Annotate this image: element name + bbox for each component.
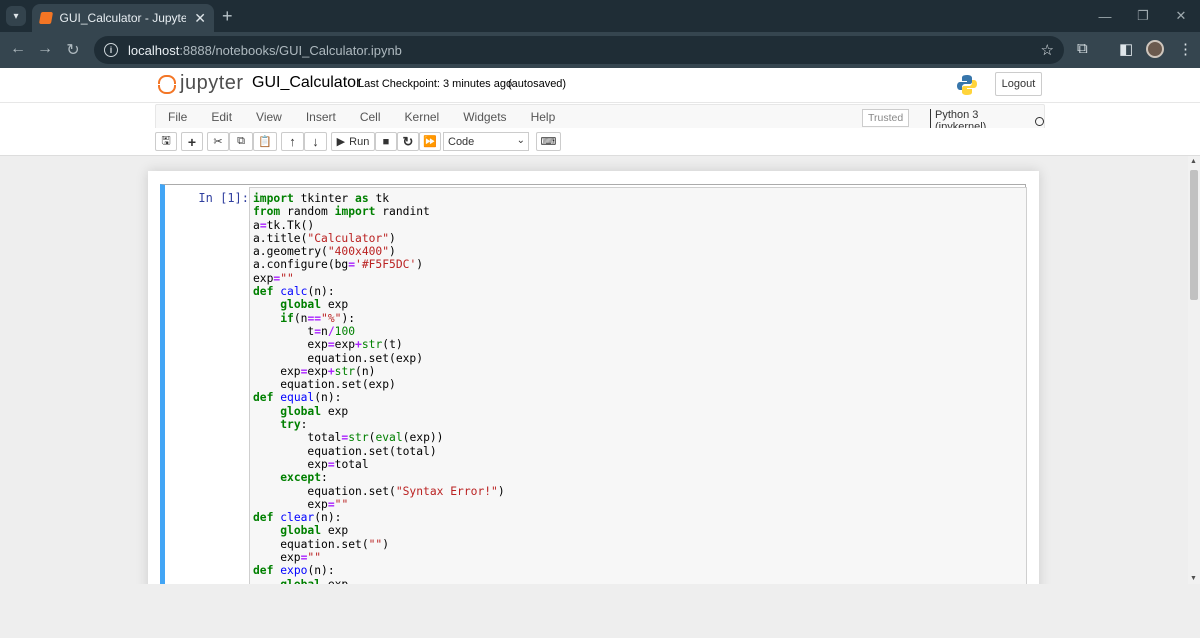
close-icon[interactable]: ✕	[194, 10, 206, 27]
code-content: import tkinter as tk from random import …	[253, 192, 505, 584]
cell-prompt: In [1]:	[198, 191, 249, 205]
run-button[interactable]: ▶ Run	[331, 132, 375, 151]
scrollbar-thumb[interactable]	[1190, 170, 1198, 300]
window-controls: — ❐ ✕	[1086, 0, 1200, 32]
browser-menu-icon[interactable]: ⋮	[1178, 40, 1193, 58]
restart-icon: ↻	[402, 133, 414, 149]
restart-run-all-button[interactable]: ⏩	[419, 132, 441, 151]
cell-type-value: Code	[448, 135, 475, 148]
save-button[interactable]: 🖫	[155, 132, 177, 151]
tab-list-button[interactable]: ▾	[6, 6, 26, 26]
kernel-status-icon	[1035, 116, 1044, 126]
paste-button[interactable]: 📋	[253, 132, 277, 151]
menu-view[interactable]: View	[244, 110, 294, 124]
url-host: localhost	[128, 42, 180, 58]
url-path: :8888/notebooks/GUI_Calculator.ipynb	[179, 42, 402, 58]
command-palette-button[interactable]: ⌨	[536, 132, 561, 151]
jupyter-logo[interactable]: jupyter	[158, 72, 244, 95]
chevron-down-icon: ⌄	[516, 135, 525, 146]
menu-kernel[interactable]: Kernel	[393, 110, 452, 124]
move-up-button[interactable]: ↑	[281, 132, 304, 151]
code-editor[interactable]: import tkinter as tk from random import …	[249, 187, 1027, 584]
arrow-down-icon: ↓	[312, 134, 319, 149]
menu-help[interactable]: Help	[519, 110, 568, 124]
move-down-button[interactable]: ↓	[304, 132, 327, 151]
chevron-down-icon: ▾	[13, 10, 19, 22]
logout-button[interactable]: Logout	[995, 72, 1042, 96]
code-cell[interactable]: In [1]: import tkinter as tk from random…	[160, 184, 1027, 584]
run-label: Run	[349, 135, 370, 148]
menubar-container: File Edit View Insert Cell Kernel Widget…	[0, 102, 1200, 133]
paste-icon: 📋	[258, 136, 272, 148]
notebook-toolbar: 🖫 + ✂ ⧉ 📋 ↑ ↓ ▶ Run ■ ↻ ⏩ Code ⌄ ⌨	[0, 128, 1200, 156]
jupyter-logo-text: jupyter	[180, 72, 244, 94]
notebook-container: In [1]: import tkinter as tk from random…	[148, 171, 1039, 584]
scissors-icon: ✂	[213, 136, 223, 148]
jupyter-header: jupyter GUI_Calculator Last Checkpoint: …	[0, 68, 1200, 102]
side-panel-icon[interactable]: ◧	[1119, 40, 1133, 58]
window-close-icon[interactable]: ✕	[1162, 0, 1200, 32]
cut-button[interactable]: ✂	[207, 132, 229, 151]
plus-icon: +	[187, 133, 197, 150]
maximize-icon[interactable]: ❐	[1124, 0, 1162, 32]
keyboard-icon: ⌨	[540, 136, 557, 148]
fast-forward-icon: ⏩	[423, 136, 437, 148]
arrow-up-icon: ↑	[289, 134, 296, 149]
page-bottom	[0, 584, 1200, 638]
jupyter-favicon-icon	[38, 12, 53, 24]
save-icon: 🖫	[161, 135, 171, 147]
scroll-up-icon[interactable]: ▲	[1190, 158, 1197, 165]
notebook-area: In [1]: import tkinter as tk from random…	[0, 156, 1188, 584]
extensions-icon[interactable]: ⧉	[1077, 40, 1088, 57]
menu-file[interactable]: File	[156, 110, 199, 124]
interrupt-button[interactable]: ■	[375, 132, 397, 151]
menubar: File Edit View Insert Cell Kernel Widget…	[155, 104, 1045, 133]
minimize-icon[interactable]: —	[1086, 0, 1124, 32]
copy-button[interactable]: ⧉	[229, 132, 253, 151]
play-icon: ▶	[336, 136, 346, 148]
forward-icon[interactable]: →	[35, 40, 55, 58]
jupyter-logo-icon	[158, 73, 176, 95]
autosave-status: (autosaved)	[508, 78, 567, 90]
bookmark-star-icon[interactable]: ☆	[1041, 41, 1054, 59]
profile-avatar[interactable]	[1146, 40, 1164, 58]
cell-type-select[interactable]: Code ⌄	[443, 132, 529, 151]
notebook-name[interactable]: GUI_Calculator	[252, 74, 361, 92]
browser-tab-bar: ▾ GUI_Calculator - Jupyter Notebook ✕ + …	[0, 0, 1200, 32]
menu-cell[interactable]: Cell	[348, 110, 393, 124]
url-input[interactable]: i localhost:8888/notebooks/GUI_Calculato…	[94, 36, 1064, 64]
browser-tab[interactable]: GUI_Calculator - Jupyter Notebook ✕	[32, 4, 214, 32]
page-scrollbar[interactable]: ▲ ▼	[1188, 156, 1200, 584]
menu-insert[interactable]: Insert	[294, 110, 348, 124]
restart-button[interactable]: ↻	[397, 132, 419, 151]
address-bar: ← → ↻ i localhost:8888/notebooks/GUI_Cal…	[0, 32, 1200, 68]
copy-icon: ⧉	[237, 135, 245, 147]
menu-edit[interactable]: Edit	[199, 110, 244, 124]
menu-widgets[interactable]: Widgets	[451, 110, 518, 124]
new-tab-icon[interactable]: +	[222, 6, 233, 27]
reload-icon[interactable]: ↻	[63, 40, 83, 60]
stop-icon: ■	[382, 135, 390, 148]
scroll-down-icon[interactable]: ▼	[1190, 575, 1197, 582]
python-logo-icon	[957, 75, 977, 95]
last-checkpoint: Last Checkpoint: 3 minutes ago	[358, 78, 513, 90]
trusted-indicator[interactable]: Trusted	[862, 109, 910, 127]
site-info-icon[interactable]: i	[104, 43, 118, 57]
insert-cell-button[interactable]: +	[181, 132, 203, 151]
tab-title: GUI_Calculator - Jupyter Notebook	[59, 11, 187, 25]
back-icon[interactable]: ←	[8, 40, 28, 58]
